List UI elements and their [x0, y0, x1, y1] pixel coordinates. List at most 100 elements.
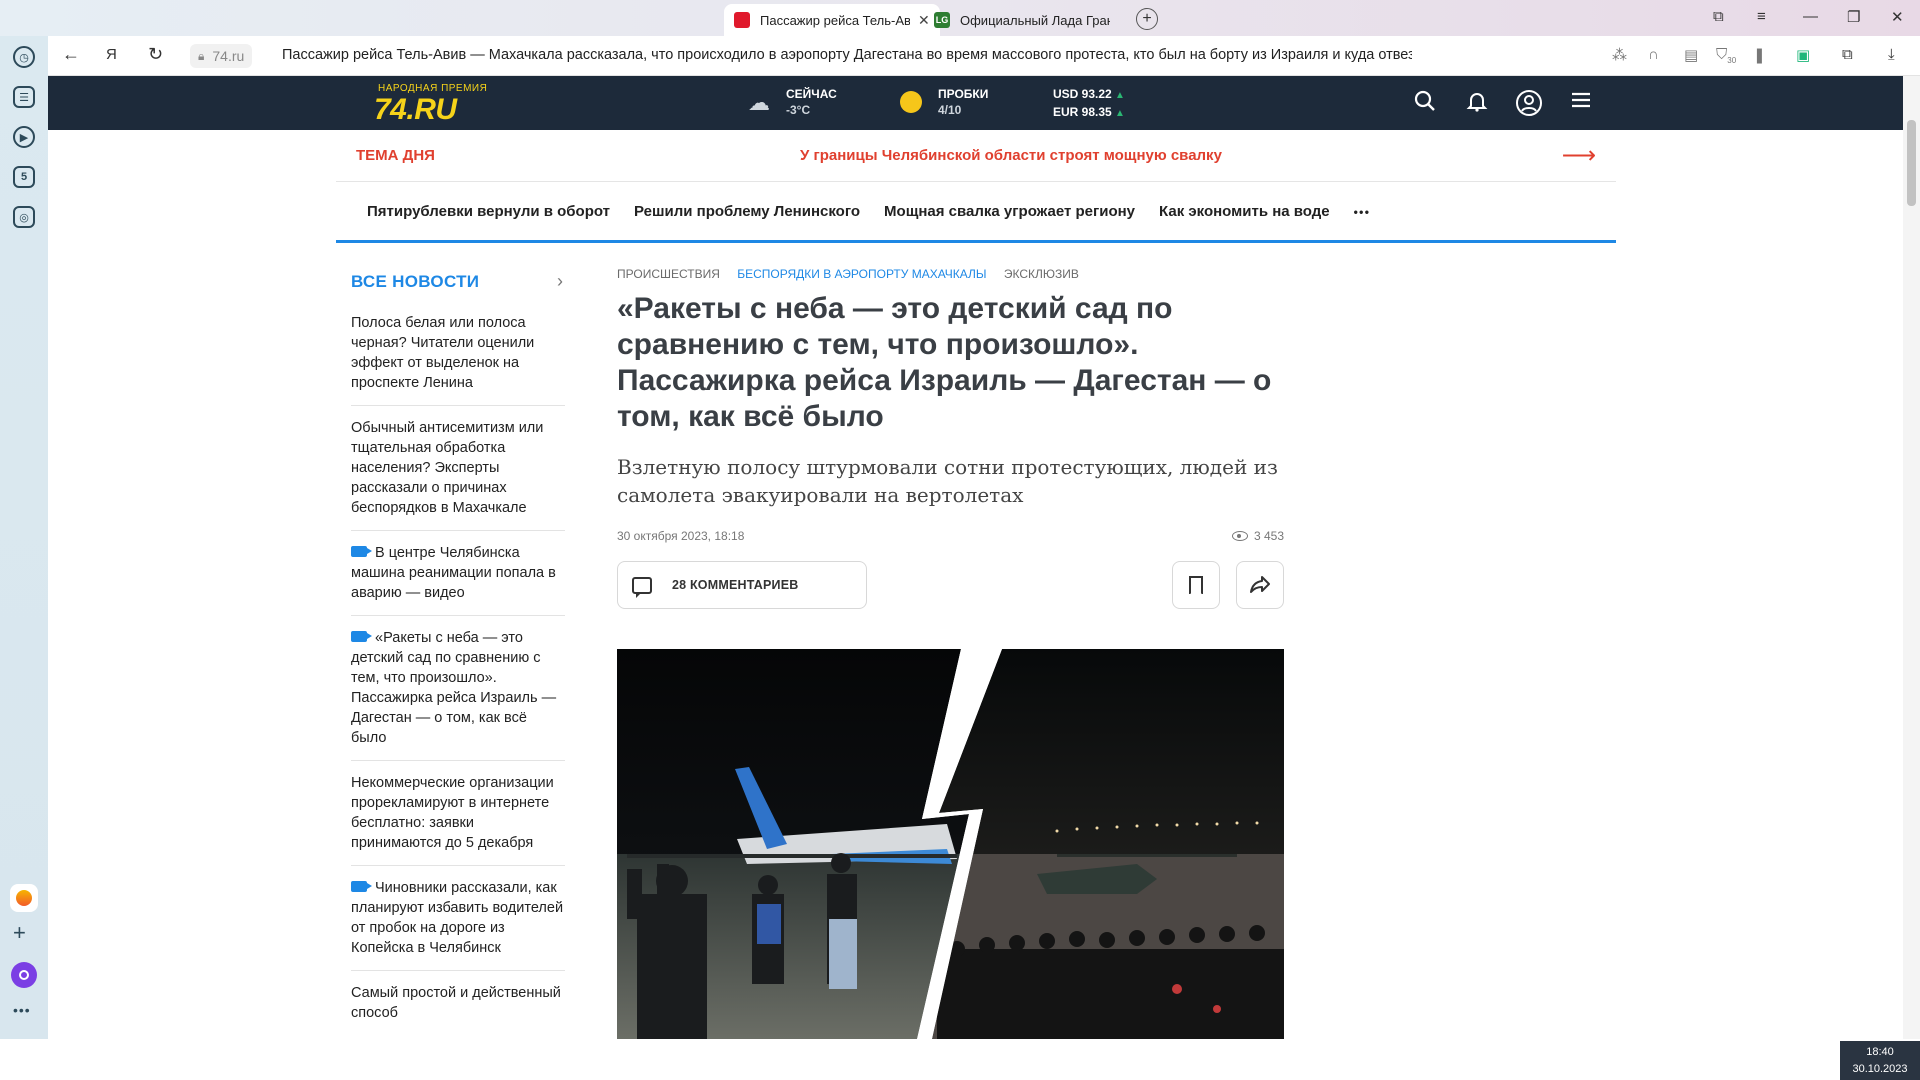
usd-rate: USD 93.22 — [1053, 87, 1112, 101]
system-clock[interactable]: 18:40 30.10.2023 — [1840, 1041, 1920, 1080]
hot-topic-link[interactable]: Решили проблему Ленинского — [634, 203, 860, 220]
browser-tab-bar: Пассажир рейса Тель-Авив ✕ LG Официальны… — [0, 0, 1920, 36]
bookmark-page-icon[interactable]: ❚ — [1753, 46, 1766, 64]
page-title-in-address-bar[interactable]: Пассажир рейса Тель-Авив — Махачкала рас… — [282, 47, 1412, 63]
hot-topic-link[interactable]: Пятирублевки вернули в оборот — [367, 203, 610, 220]
bookmark-button[interactable] — [1172, 561, 1220, 609]
alice-icon[interactable] — [11, 962, 37, 988]
share-button[interactable] — [1236, 561, 1284, 609]
protect-badge: 30 — [1727, 56, 1737, 65]
tab-label: Пассажир рейса Тель-Авив — [760, 12, 910, 28]
page-scrollbar[interactable] — [1903, 76, 1920, 1039]
browser-side-panel: ◷ ☰ ▶ 5 ◎ + ••• — [0, 36, 48, 1039]
collections-icon[interactable]: ⧉ — [1713, 8, 1724, 25]
site-logo[interactable]: 74.RU — [374, 93, 457, 127]
news-item-text[interactable]: Обычный антисемитизм или тщательная обра… — [351, 420, 543, 516]
more-topics-icon[interactable]: • • • — [1354, 205, 1369, 219]
all-news-title[interactable]: ВСЕ НОВОСТИ — [351, 272, 479, 292]
traffic-label: ПРОБКИ — [938, 87, 989, 101]
arrow-right-icon[interactable]: ⟶ — [1562, 141, 1596, 170]
yandex-icon[interactable]: Я — [106, 46, 117, 63]
minimize-icon[interactable]: — — [1803, 8, 1818, 25]
hamburger-menu-icon[interactable] — [1567, 89, 1595, 117]
history-icon[interactable]: ◷ — [13, 46, 35, 68]
news-list-item[interactable]: Полоса белая или полоса черная? Читатели… — [351, 301, 565, 406]
sidebar-toggle-icon[interactable]: ⧉ — [1842, 46, 1853, 63]
back-icon[interactable]: ← — [62, 44, 80, 65]
hot-topics-nav: Пятирублевки вернули в оборот Решили про… — [336, 183, 1616, 243]
reload-icon[interactable]: ↻ — [148, 44, 163, 65]
chevron-right-icon[interactable]: › — [557, 271, 563, 292]
hot-topic-link[interactable]: Мощная свалка угрожает региону — [884, 203, 1135, 220]
rubric-link[interactable]: ЭКСКЛЮЗИВ — [1004, 267, 1079, 281]
video-camera-icon — [351, 881, 372, 892]
all-news-header[interactable]: ВСЕ НОВОСТИ › — [336, 243, 571, 301]
article-photo[interactable] — [617, 649, 1284, 1039]
close-window-icon[interactable]: ✕ — [1891, 8, 1904, 26]
article-views: 3 453 — [1231, 529, 1284, 543]
play-icon[interactable]: ▶ — [13, 126, 35, 148]
news-list-item[interactable]: Обычный антисемитизм или тщательная обра… — [351, 406, 565, 531]
topic-of-day-bar: ТЕМА ДНЯ У границы Челябинской области с… — [336, 130, 1616, 182]
news-item-text[interactable]: Чиновники рассказали, как планируют изба… — [351, 880, 563, 956]
address-bar: ← Я ↻ 🔒︎ 74.ru Пассажир рейса Тель-Авив … — [48, 36, 1920, 76]
assistant-app-icon[interactable] — [10, 884, 38, 912]
add-panel-icon[interactable]: + — [13, 920, 26, 946]
rubric-link[interactable]: БЕСПОРЯДКИ В АЭРОПОРТУ МАХАЧКАЛЫ — [737, 267, 986, 281]
news-item-text[interactable]: Полоса белая или полоса черная? Читатели… — [351, 315, 534, 391]
comments-label: 28 КОММЕНТАРИЕВ — [672, 578, 799, 592]
headphones-icon[interactable]: ∩ — [1648, 46, 1659, 63]
reader-icon[interactable]: ▤ — [1684, 46, 1698, 64]
scrollbar-thumb[interactable] — [1907, 120, 1916, 206]
screenshot-icon[interactable]: ◎ — [13, 206, 35, 228]
news-item-text[interactable]: Некоммерческие организации прорекламирую… — [351, 775, 554, 851]
restore-icon[interactable]: ❐ — [1847, 8, 1860, 26]
news-item-text[interactable]: В центре Челябинска машина реанимации по… — [351, 545, 556, 601]
url-chip[interactable]: 🔒︎ 74.ru — [190, 44, 253, 68]
bookmark-icon — [1189, 576, 1203, 595]
news-list-item[interactable]: Некоммерческие организации прорекламирую… — [351, 761, 565, 866]
more-icon[interactable]: ••• — [13, 1002, 31, 1018]
news-list-item[interactable]: Чиновники рассказали, как планируют изба… — [351, 866, 565, 971]
site-header: НАРОДНАЯ ПРЕМИЯ 74.RU ☁ СЕЙЧАС -3°C ПРОБ… — [48, 76, 1903, 130]
tab-active[interactable]: Пассажир рейса Тель-Авив ✕ — [724, 4, 940, 36]
menu-icon[interactable]: ≡ — [1757, 8, 1766, 25]
tab-lada[interactable]: LG Официальный Лада Грант — [924, 4, 1120, 36]
news-list-item[interactable]: Самый простой и действенный способ — [351, 971, 565, 1035]
new-tab-button[interactable]: + — [1136, 8, 1158, 30]
views-count: 3 453 — [1253, 529, 1284, 543]
topic-label: ТЕМА ДНЯ — [356, 147, 435, 164]
translate-icon[interactable]: ⁂ — [1612, 46, 1627, 64]
article-date: 30 октября 2023, 18:18 — [617, 529, 745, 543]
cloud-weather-icon: ☁ — [748, 90, 770, 115]
traffic-widget[interactable]: ПРОБКИ 4/10 — [938, 86, 988, 118]
news-item-text[interactable]: «Ракеты с неба — это детский сад по срав… — [351, 630, 556, 746]
weather-widget[interactable]: СЕЙЧАС -3°C — [786, 86, 837, 118]
notifications-bell-icon[interactable] — [1463, 89, 1491, 117]
taskbar — [0, 1039, 1920, 1080]
eye-icon — [1231, 531, 1248, 541]
download-icon[interactable]: ⤓ — [1888, 46, 1895, 63]
news-list-item[interactable]: В центре Челябинска машина реанимации по… — [351, 531, 565, 616]
news-list-item[interactable]: «Ракеты с неба — это детский сад по срав… — [351, 616, 565, 761]
url-text: 74.ru — [212, 48, 245, 64]
rubric-link[interactable]: ПРОИСШЕСТВИЯ — [617, 267, 720, 281]
usd-up-icon: ▲ — [1115, 90, 1125, 101]
share-arrow-icon — [1250, 576, 1270, 593]
user-profile-icon[interactable] — [1515, 89, 1543, 117]
topic-link[interactable]: У границы Челябинской области строят мощ… — [800, 147, 1222, 164]
hot-topic-link[interactable]: Как экономить на воде — [1159, 203, 1330, 220]
eur-up-icon: ▲ — [1115, 108, 1125, 119]
protect-icon[interactable]: ⛉30 — [1716, 46, 1736, 65]
eur-rate: EUR 98.35 — [1053, 105, 1112, 119]
notes-icon[interactable]: ☰ — [13, 86, 35, 108]
currency-widget[interactable]: USD 93.22 ▲ EUR 98.35 ▲ — [1053, 86, 1125, 122]
search-icon[interactable] — [1411, 89, 1439, 117]
airport-collage-image — [617, 649, 1284, 1039]
article: ПРОИСШЕСТВИЯ БЕСПОРЯДКИ В АЭРОПОРТУ МАХА… — [617, 243, 1284, 1039]
five-icon[interactable]: 5 — [13, 166, 35, 188]
article-lead: Взлетную полосу штурмовали сотни протест… — [617, 455, 1278, 507]
news-item-text[interactable]: Самый простой и действенный способ — [351, 985, 561, 1021]
comments-button[interactable]: 28 КОММЕНТАРИЕВ — [617, 561, 867, 609]
extension-icon[interactable]: ▣ — [1796, 46, 1810, 64]
